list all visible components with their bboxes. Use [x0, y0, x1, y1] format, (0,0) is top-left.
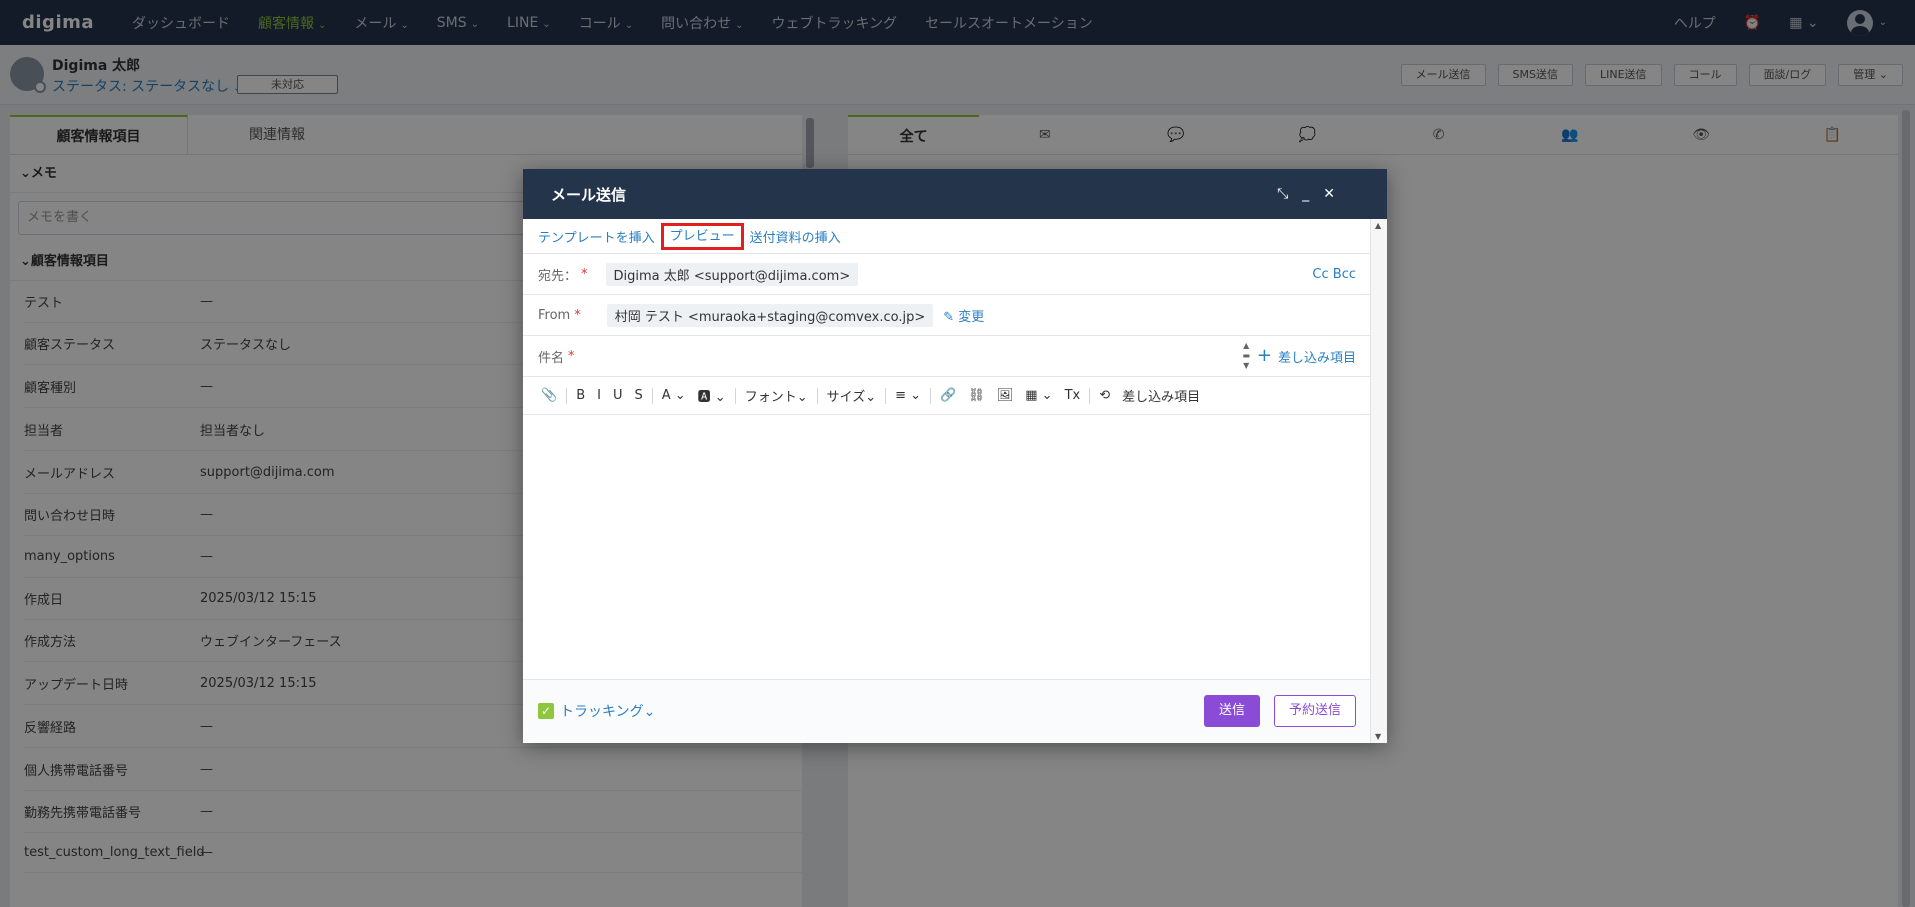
to-row: 宛先： * Digima 太郎 <support@dijima.com> Cc B… — [523, 254, 1370, 295]
required-mark: * — [574, 307, 581, 323]
tracking-toggle[interactable]: ✓ トラッキング⌄ — [538, 701, 655, 721]
insert-items-button[interactable]: + 差し込み項目 — [1257, 347, 1356, 366]
preview-link[interactable]: プレビュー — [660, 222, 744, 250]
editor-tool-button[interactable]: 🅰 ⌄ — [698, 386, 726, 405]
toolbar-divider — [734, 387, 736, 404]
email-body-editor[interactable] — [523, 415, 1370, 680]
insert-material-link[interactable]: 送付資料の挿入 — [750, 227, 841, 246]
editor-tool-button[interactable]: S — [634, 388, 642, 403]
send-button[interactable]: 送信 — [1204, 695, 1260, 727]
editor-tool-button[interactable]: Tx — [1065, 388, 1081, 403]
schedule-send-button[interactable]: 予約送信 — [1274, 695, 1356, 727]
editor-tool-button[interactable]: ▦ ⌄ — [1025, 388, 1052, 403]
editor-tool-button[interactable]: 🖼 — [997, 388, 1014, 403]
required-mark: * — [581, 266, 588, 282]
toolbar-divider — [816, 387, 818, 404]
sender-chip: 村岡 テスト <muraoka+staging@comvex.co.jp> — [606, 303, 934, 327]
required-mark: * — [568, 348, 575, 364]
modal-header: メール送信 ⤡ _ ✕ — [523, 169, 1387, 219]
editor-tool-button[interactable]: A ⌄ — [662, 388, 686, 403]
subject-label: 件名 — [538, 350, 565, 366]
toolbar-divider — [566, 387, 568, 404]
insert-items-label: 差し込み項目 — [1277, 350, 1356, 366]
subject-row[interactable]: 件名 * ▲ ▬ ▼ + 差し込み項目 — [523, 336, 1370, 377]
editor-tool-button[interactable]: B — [576, 388, 585, 403]
tracking-label: トラッキング⌄ — [560, 704, 656, 720]
editor-tool-button[interactable]: サイズ⌄ — [827, 386, 877, 405]
editor-tool-button[interactable]: フォント⌄ — [745, 386, 808, 405]
insert-template-link[interactable]: テンプレートを挿入 — [538, 227, 655, 246]
scroll-down-icon[interactable]: ▼ — [1375, 732, 1381, 741]
cc-bcc-link[interactable]: Cc Bcc — [1312, 267, 1356, 282]
modal-footer: ✓ トラッキング⌄ 送信 予約送信 — [523, 680, 1370, 742]
recipient-chip[interactable]: Digima 太郎 <support@dijima.com> — [605, 262, 859, 286]
change-sender-link[interactable]: ✎ 変更 — [943, 306, 984, 325]
toolbar-divider — [1089, 387, 1091, 404]
toolbar-divider — [885, 387, 887, 404]
toolbar-divider — [651, 387, 653, 404]
modal-body: テンプレートを挿入 プレビュー 送付資料の挿入 宛先： * Digima 太郎 <… — [523, 219, 1370, 743]
editor-tool-button[interactable]: ⟲ — [1099, 388, 1110, 403]
editor-tool-button[interactable]: U — [613, 388, 623, 403]
modal-controls: ⤡ _ ✕ — [1277, 169, 1335, 219]
modal-toolbar: テンプレートを挿入 プレビュー 送付資料の挿入 — [523, 219, 1370, 254]
collapse-icon[interactable]: ⤡ — [1277, 186, 1288, 202]
from-row: From * 村岡 テスト <muraoka+staging@comvex.co.… — [523, 295, 1370, 336]
editor-tool-button[interactable]: 📎 — [541, 388, 557, 403]
editor-tool-button[interactable]: ⛓ — [968, 388, 985, 403]
to-label: 宛先： — [538, 268, 578, 284]
modal-scrollbar[interactable]: ▲ ▼ — [1370, 219, 1387, 743]
reorder-icon[interactable]: ▲ ▬ ▼ — [1242, 341, 1250, 371]
minimize-icon[interactable]: _ — [1302, 186, 1309, 202]
editor-tool-button[interactable]: ≡ ⌄ — [895, 388, 921, 403]
from-label: From — [538, 307, 571, 323]
tracking-checkbox[interactable]: ✓ — [538, 703, 554, 719]
email-send-modal: メール送信 ⤡ _ ✕ テンプレートを挿入 プレビュー 送付資料の挿入 宛先： *… — [523, 169, 1387, 743]
modal-title: メール送信 — [551, 185, 627, 204]
editor-tool-button[interactable]: 🔗 — [940, 388, 956, 403]
plus-icon: + — [1256, 345, 1272, 366]
toolbar-divider — [930, 387, 932, 404]
close-icon[interactable]: ✕ — [1323, 186, 1335, 202]
scroll-up-icon[interactable]: ▲ — [1375, 221, 1381, 230]
editor-toolbar: 📎 B I U S A ⌄ 🅰 ⌄ フォント⌄ サイズ⌄ ≡ ⌄ 🔗 ⛓ 🖼 ▦ ⌄ Tx ⟲ 差し込み項目 — [523, 377, 1370, 415]
editor-tool-button[interactable]: I — [597, 388, 601, 403]
editor-insert-items-button[interactable]: 差し込み項目 — [1122, 386, 1200, 405]
